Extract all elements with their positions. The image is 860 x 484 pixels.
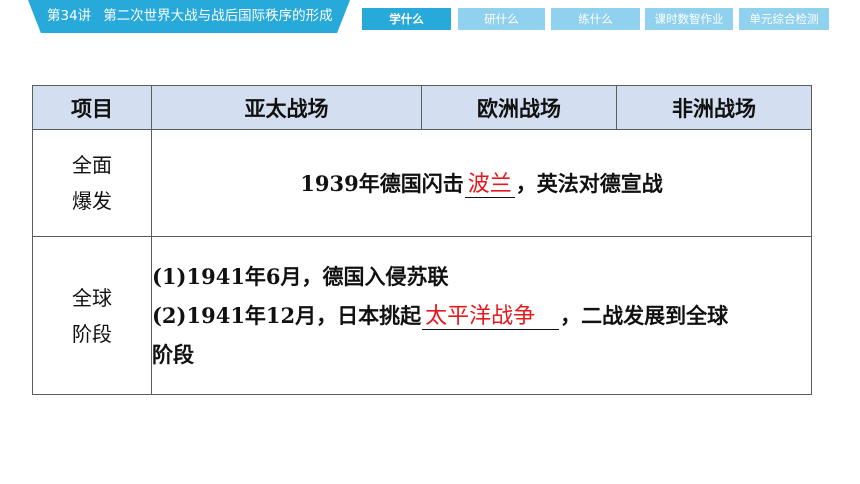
tab-study[interactable]: 研什么	[458, 8, 545, 30]
global-line-1: (1)1941年6月，德国入侵苏联	[152, 264, 449, 289]
global-line-2: (2)1941年12月，日本挑起 太平洋战争 ，二战发展到全球	[152, 296, 811, 335]
chapter-banner: 第34讲 第二次世界大战与战后国际秩序的形成	[28, 0, 350, 33]
outbreak-text-after: ，英法对德宣战	[515, 171, 663, 196]
header-europe: 欧洲战场	[421, 85, 617, 130]
tab-homework[interactable]: 课时数智作业	[645, 8, 733, 30]
table-row: 全面 爆发 1939年德国闪击 波兰 ，英法对德宣战	[32, 129, 812, 237]
header-asia-pacific: 亚太战场	[151, 85, 422, 130]
outbreak-text-before: 1939年德国闪击	[300, 171, 464, 196]
tab-practice[interactable]: 练什么	[551, 8, 640, 30]
chapter-title: 第二次世界大战与战后国际秩序的形成	[103, 8, 333, 24]
global-content: (1)1941年6月，德国入侵苏联 (2)1941年12月，日本挑起 太平洋战争，…	[151, 236, 812, 395]
tab-learn[interactable]: 学什么	[362, 8, 451, 30]
row-label-outbreak: 全面 爆发	[32, 129, 152, 237]
lesson-number: 第34讲	[47, 8, 92, 24]
row-label-line: 爆发	[72, 189, 112, 213]
war-theaters-table: 项目 亚太战场 欧洲战场 非洲战场 全面 爆发 1939年德国闪击 波兰 ，英法对德…	[32, 85, 812, 395]
tab-unit-test[interactable]: 单元综合检测	[739, 8, 829, 30]
header-item: 项目	[32, 85, 152, 130]
answer-poland: 波兰	[464, 173, 515, 198]
global-line-3: 阶段	[152, 342, 194, 367]
outbreak-content: 1939年德国闪击 波兰 ，英法对德宣战	[151, 129, 812, 237]
row-label-line: 全面	[72, 153, 112, 177]
row-label-global: 全球 阶段	[32, 236, 152, 395]
answer-pacific-war: 太平洋战争	[422, 305, 560, 330]
header-africa: 非洲战场	[616, 85, 812, 130]
table-header-row: 项目 亚太战场 欧洲战场 非洲战场	[32, 85, 812, 130]
row-label-line: 全球	[72, 285, 112, 310]
global-line-2-after: ，二战发展到全球	[560, 303, 729, 328]
row-label-line: 阶段	[72, 321, 112, 346]
top-bar: 第34讲 第二次世界大战与战后国际秩序的形成 学什么 研什么 练什么 课时数智作业…	[0, 0, 860, 40]
table-row: 全球 阶段 (1)1941年6月，德国入侵苏联 (2)1941年12月，日本挑起…	[32, 236, 812, 395]
global-line-2-before: (2)1941年12月，日本挑起	[152, 303, 422, 328]
